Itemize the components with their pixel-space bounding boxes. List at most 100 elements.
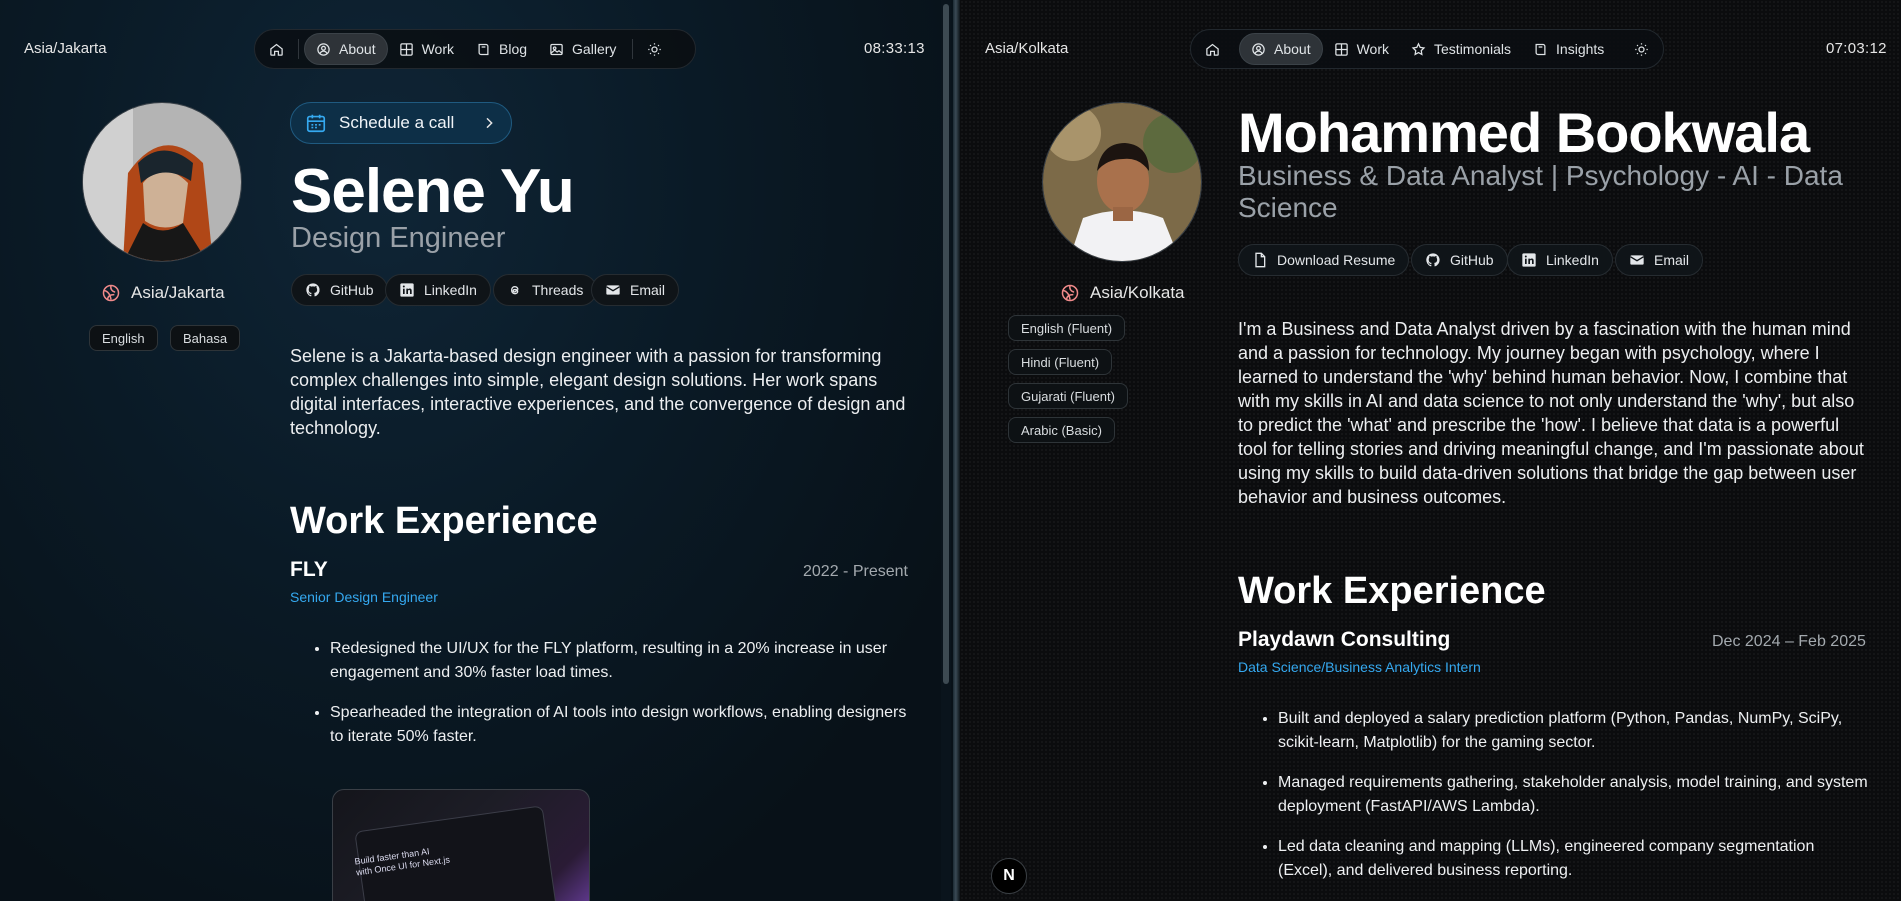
top-navigation: About Work Testimonials Insights (1190, 29, 1664, 69)
schedule-call-button[interactable]: Schedule a call (290, 102, 512, 144)
language-tag: Hindi (Fluent) (1008, 349, 1113, 375)
image-icon (550, 43, 563, 55)
company-name: FLY (290, 558, 328, 581)
nav-about-label: About (1274, 41, 1311, 57)
avatar-illustration (83, 103, 241, 261)
threads-label: Threads (532, 282, 584, 298)
mail-icon (605, 285, 621, 295)
github-icon (306, 283, 320, 297)
language-tag: Arabic (Basic) (1008, 417, 1115, 443)
email-label: Email (1654, 252, 1690, 268)
nav-blog-label: Blog (499, 41, 528, 57)
nav-separator (632, 39, 634, 59)
email-link[interactable]: Email (1615, 244, 1704, 276)
nav-testimonials[interactable]: Testimonials (1400, 33, 1522, 65)
profile-role: Design Engineer (291, 222, 506, 254)
sun-icon (1635, 42, 1649, 56)
star-icon (1411, 41, 1426, 56)
job-achievements: Redesigned the UI/UX for the FLY platfor… (330, 637, 915, 765)
nav-work[interactable]: Work (388, 33, 465, 65)
profile-role: Business & Data Analyst | Psychology - A… (1238, 160, 1843, 223)
project-preview-image[interactable]: Build faster than AI with Once UI for Ne… (332, 789, 590, 901)
at-person-icon (317, 42, 330, 56)
list-item: Spearheaded the integration of AI tools … (330, 701, 915, 749)
profile-avatar (1042, 102, 1202, 262)
list-item: Redesigned the UI/UX for the FLY platfor… (330, 637, 915, 685)
job-achievements: Built and deployed a salary prediction p… (1278, 707, 1873, 899)
linkedin-label: LinkedIn (1546, 252, 1599, 268)
nav-blog[interactable]: Blog (465, 33, 538, 65)
nav-work-label: Work (1356, 41, 1390, 57)
home-icon (270, 43, 283, 56)
work-experience-heading: Work Experience (290, 500, 598, 542)
profile-location: Asia/Jakarta (101, 283, 225, 303)
language-tag: Bahasa (170, 325, 241, 351)
nav-gallery-label: Gallery (572, 41, 617, 57)
theme-toggle[interactable] (1625, 33, 1658, 65)
left-portfolio-window: Asia/Jakarta About Work Blog Gallery 08:… (0, 0, 953, 901)
profile-name: Mohammed Bookwala (1238, 101, 1810, 164)
linkedin-icon (1522, 253, 1536, 267)
header-clock: 08:33:13 (864, 40, 925, 57)
list-item: Managed requirements gathering, stakehol… (1278, 771, 1873, 819)
nav-about[interactable]: About (1239, 33, 1323, 65)
location-label: Asia/Kolkata (1090, 283, 1185, 302)
document-icon (1255, 252, 1266, 268)
window-divider (953, 0, 960, 901)
dev-tools-badge[interactable]: N (991, 858, 1027, 894)
right-portfolio-window: Asia/Kolkata About Work Testimonials Ins… (960, 0, 1901, 901)
nav-insights[interactable]: Insights (1522, 33, 1615, 65)
email-link[interactable]: Email (591, 274, 680, 306)
location-label: Asia/Jakarta (131, 283, 225, 302)
profile-bio: I'm a Business and Data Analyst driven b… (1238, 319, 1864, 507)
language-tag: Gujarati (Fluent) (1008, 383, 1128, 409)
header-timezone: Asia/Jakarta (24, 40, 107, 57)
download-resume-label: Download Resume (1277, 252, 1396, 268)
email-label: Email (630, 282, 666, 298)
calendar-icon (306, 114, 326, 133)
profile-avatar (82, 102, 242, 262)
top-navigation: About Work Blog Gallery (254, 29, 696, 69)
header-timezone: Asia/Kolkata (985, 40, 1069, 57)
threads-link[interactable]: Threads (493, 274, 598, 306)
nav-home[interactable] (1196, 33, 1229, 65)
list-item: Built and deployed a salary prediction p… (1278, 707, 1873, 755)
nav-insights-label: Insights (1556, 41, 1605, 57)
github-label: GitHub (1450, 252, 1494, 268)
job-period: Dec 2024 – Feb 2025 (1712, 633, 1866, 650)
job-title: Data Science/Business Analytics Intern (1238, 659, 1481, 675)
nav-work[interactable]: Work (1323, 33, 1400, 65)
book-icon (1535, 43, 1546, 55)
download-resume-link[interactable]: Download Resume (1238, 244, 1410, 276)
nav-gallery[interactable]: Gallery (538, 33, 627, 65)
language-tag: English (89, 325, 158, 351)
linkedin-link[interactable]: LinkedIn (1507, 244, 1613, 276)
language-tag: English (Fluent) (1008, 315, 1126, 341)
nav-home[interactable] (260, 33, 293, 65)
globe-icon (102, 284, 120, 302)
job-title: Senior Design Engineer (290, 589, 438, 605)
nav-separator (298, 39, 299, 59)
linkedin-link[interactable]: LinkedIn (385, 274, 491, 306)
github-icon (1426, 253, 1440, 267)
nav-testimonials-label: Testimonials (1434, 41, 1512, 57)
profile-name: Selene Yu (291, 157, 575, 226)
profile-bio: Selene is a Jakarta-based design enginee… (290, 346, 906, 438)
list-item: Led data cleaning and mapping (LLMs), en… (1278, 835, 1873, 883)
avatar-photo (1043, 103, 1201, 261)
home-icon (1206, 43, 1219, 56)
github-label: GitHub (330, 282, 374, 298)
threads-icon (510, 285, 519, 295)
job-period: 2022 - Present (803, 563, 908, 580)
left-scrollbar-thumb[interactable] (943, 4, 949, 684)
mail-icon (1629, 255, 1645, 265)
book-icon (478, 43, 489, 55)
theme-toggle[interactable] (638, 33, 671, 65)
nav-about[interactable]: About (304, 33, 388, 65)
chevron-right-icon (486, 117, 493, 129)
at-person-icon (1252, 42, 1265, 56)
github-link[interactable]: GitHub (1411, 244, 1508, 276)
nav-work-label: Work (421, 41, 455, 57)
github-link[interactable]: GitHub (291, 274, 388, 306)
linkedin-label: LinkedIn (424, 282, 477, 298)
